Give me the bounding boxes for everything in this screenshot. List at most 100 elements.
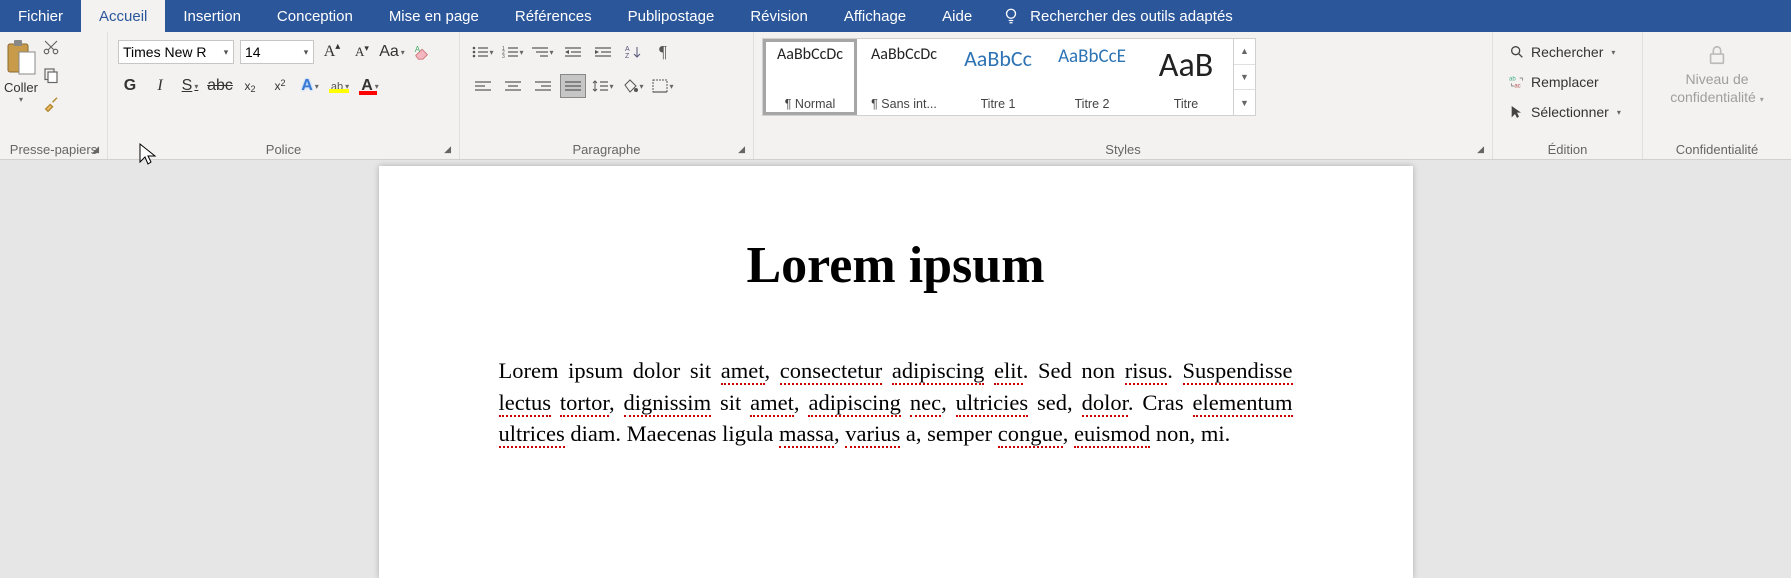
brush-icon bbox=[42, 94, 60, 112]
scissors-icon bbox=[42, 38, 60, 56]
increase-indent-button[interactable] bbox=[590, 40, 616, 64]
decrease-indent-button[interactable] bbox=[560, 40, 586, 64]
paragraph-dialog-launcher[interactable]: ◢ bbox=[738, 144, 745, 155]
clear-formatting-button[interactable]: A bbox=[410, 40, 434, 64]
style-titre-1[interactable]: AaBbCc Titre 1 bbox=[951, 39, 1045, 115]
tab-revision[interactable]: Révision bbox=[732, 0, 826, 32]
group-confidentiality: Niveau de confidentialité ▾ Confidential… bbox=[1643, 32, 1791, 159]
group-styles: AaBbCcDc ¶ Normal AaBbCcDc ¶ Sans int...… bbox=[754, 32, 1493, 159]
paste-button[interactable]: Coller ▾ bbox=[4, 34, 38, 104]
styles-dialog-launcher[interactable]: ◢ bbox=[1477, 144, 1484, 155]
styles-group-label: Styles bbox=[1105, 142, 1140, 157]
select-button[interactable]: Sélectionner▾ bbox=[1505, 100, 1625, 124]
numbering-button[interactable]: 123 bbox=[500, 40, 526, 64]
find-button[interactable]: Rechercher▾ bbox=[1505, 40, 1619, 64]
svg-text:Z: Z bbox=[625, 53, 630, 59]
cursor-icon bbox=[1509, 104, 1525, 120]
font-size-combo[interactable]: ▾ bbox=[240, 40, 314, 64]
ribbon: Coller ▾ Presse-papiers◢ ▾ ▾ A▴ A▾ Aa A … bbox=[0, 32, 1791, 160]
document-title[interactable]: Lorem ipsum bbox=[499, 236, 1293, 295]
tab-aide[interactable]: Aide bbox=[924, 0, 990, 32]
show-marks-button[interactable]: ¶ bbox=[650, 40, 676, 64]
tab-affichage[interactable]: Affichage bbox=[826, 0, 924, 32]
tab-references[interactable]: Références bbox=[497, 0, 610, 32]
numbered-list-icon: 123 bbox=[502, 45, 518, 59]
confidentiality-button[interactable]: Niveau de confidentialité ▾ bbox=[1670, 70, 1764, 106]
svg-text:3: 3 bbox=[502, 54, 505, 59]
sort-button[interactable]: AZ bbox=[620, 40, 646, 64]
multilevel-list-button[interactable] bbox=[530, 40, 556, 64]
multilevel-icon bbox=[532, 45, 548, 59]
clipboard-icon bbox=[4, 38, 38, 78]
line-spacing-icon bbox=[592, 79, 608, 93]
bullets-icon bbox=[472, 45, 488, 59]
chevron-down-icon[interactable]: ▾ bbox=[299, 47, 313, 58]
align-center-button[interactable] bbox=[500, 74, 526, 98]
gallery-expand[interactable]: ▼ bbox=[1234, 90, 1255, 115]
bold-button[interactable]: G bbox=[118, 74, 142, 98]
font-name-combo[interactable]: ▾ bbox=[118, 40, 234, 64]
indent-icon bbox=[595, 45, 611, 59]
group-editing: Rechercher▾ abac Remplacer Sélectionner▾… bbox=[1493, 32, 1643, 159]
subscript-button[interactable]: x2 bbox=[238, 74, 262, 98]
text-effects-button[interactable]: A bbox=[298, 74, 322, 98]
shrink-font-button[interactable]: A▾ bbox=[350, 40, 374, 64]
cut-button[interactable] bbox=[38, 34, 64, 60]
replace-button[interactable]: abac Remplacer bbox=[1505, 70, 1603, 94]
svg-text:ab: ab bbox=[1509, 77, 1516, 83]
underline-button[interactable]: S bbox=[178, 74, 202, 98]
align-right-icon bbox=[535, 79, 551, 93]
justify-button[interactable] bbox=[560, 74, 586, 98]
styles-gallery: AaBbCcDc ¶ Normal AaBbCcDc ¶ Sans int...… bbox=[762, 38, 1256, 116]
line-spacing-button[interactable] bbox=[590, 74, 616, 98]
gallery-scroll-down[interactable]: ▼ bbox=[1234, 65, 1255, 91]
tab-insertion[interactable]: Insertion bbox=[165, 0, 259, 32]
document-body[interactable]: Lorem ipsum dolor sit amet, consectetur … bbox=[499, 355, 1293, 450]
copy-button[interactable] bbox=[38, 62, 64, 88]
search-icon bbox=[1509, 44, 1525, 60]
tab-accueil[interactable]: Accueil bbox=[81, 0, 165, 32]
format-painter-button[interactable] bbox=[38, 90, 64, 116]
strikethrough-button[interactable]: abc bbox=[208, 74, 232, 98]
chevron-down-icon[interactable]: ▾ bbox=[219, 47, 233, 58]
grow-font-button[interactable]: A▴ bbox=[320, 40, 344, 64]
superscript-button[interactable]: x2 bbox=[268, 74, 292, 98]
italic-button[interactable]: I bbox=[148, 74, 172, 98]
outdent-icon bbox=[565, 45, 581, 59]
font-color-button[interactable]: A bbox=[358, 74, 382, 98]
page[interactable]: Lorem ipsum Lorem ipsum dolor sit amet, … bbox=[379, 166, 1413, 578]
replace-icon: abac bbox=[1509, 74, 1525, 90]
document-area[interactable]: Lorem ipsum Lorem ipsum dolor sit amet, … bbox=[0, 160, 1791, 578]
paint-bucket-icon bbox=[622, 79, 638, 93]
style-titre[interactable]: AaB Titre bbox=[1139, 39, 1233, 115]
tab-publipostage[interactable]: Publipostage bbox=[610, 0, 733, 32]
styles-gallery-scroll: ▲ ▼ ▼ bbox=[1233, 39, 1255, 115]
style-normal[interactable]: AaBbCcDc ¶ Normal bbox=[763, 39, 857, 115]
font-name-input[interactable] bbox=[119, 41, 219, 63]
align-left-button[interactable] bbox=[470, 74, 496, 98]
tab-mise-en-page[interactable]: Mise en page bbox=[371, 0, 497, 32]
bullets-button[interactable] bbox=[470, 40, 496, 64]
tab-fichier[interactable]: Fichier bbox=[0, 0, 81, 32]
highlight-color-button[interactable]: ab bbox=[328, 74, 352, 98]
align-right-button[interactable] bbox=[530, 74, 556, 98]
clipboard-dialog-launcher[interactable]: ◢ bbox=[92, 144, 99, 155]
justify-icon bbox=[565, 79, 581, 93]
menubar: Fichier Accueil Insertion Conception Mis… bbox=[0, 0, 1791, 32]
tell-me-search[interactable]: Rechercher des outils adaptés bbox=[990, 0, 1245, 32]
gallery-scroll-up[interactable]: ▲ bbox=[1234, 39, 1255, 65]
tab-conception[interactable]: Conception bbox=[259, 0, 371, 32]
font-dialog-launcher[interactable]: ◢ bbox=[444, 144, 451, 155]
change-case-button[interactable]: Aa bbox=[380, 40, 404, 64]
font-size-input[interactable] bbox=[241, 41, 299, 63]
style-titre-2[interactable]: AaBbCcE Titre 2 bbox=[1045, 39, 1139, 115]
group-clipboard: Coller ▾ Presse-papiers◢ bbox=[0, 32, 108, 159]
editing-group-label: Édition bbox=[1548, 142, 1588, 157]
svg-text:A: A bbox=[625, 46, 630, 53]
eraser-icon: A bbox=[413, 44, 431, 60]
paragraph-group-label: Paragraphe bbox=[573, 142, 641, 157]
sort-icon: AZ bbox=[625, 45, 641, 59]
style-sans-interligne[interactable]: AaBbCcDc ¶ Sans int... bbox=[857, 39, 951, 115]
shading-button[interactable] bbox=[620, 74, 646, 98]
borders-button[interactable] bbox=[650, 74, 676, 98]
